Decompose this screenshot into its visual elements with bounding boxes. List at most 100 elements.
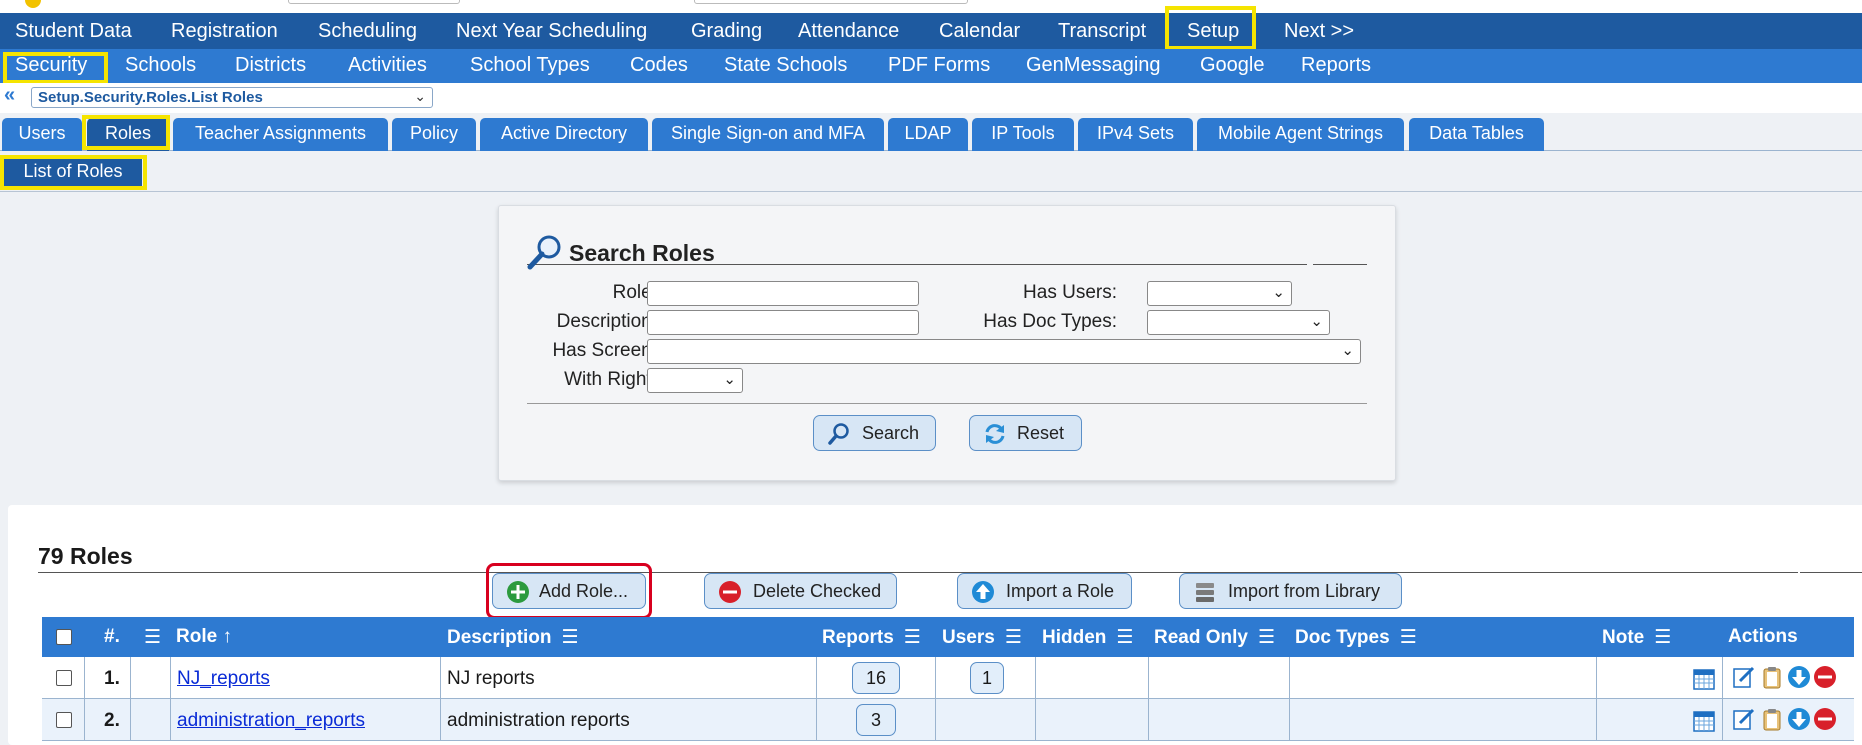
cell-divider bbox=[816, 657, 817, 699]
col-reports[interactable]: Reports ☰ bbox=[822, 626, 921, 649]
import-library-label: Import from Library bbox=[1228, 581, 1381, 601]
nav-scheduling[interactable]: Scheduling bbox=[318, 20, 417, 43]
chevron-down-icon: ⌄ bbox=[1341, 342, 1354, 359]
nav-attendance[interactable]: Attendance bbox=[798, 20, 899, 43]
delete-icon[interactable] bbox=[1813, 707, 1837, 731]
cell-divider bbox=[170, 657, 171, 699]
search-button[interactable]: Search bbox=[813, 415, 936, 451]
download-arrow-icon[interactable] bbox=[1787, 707, 1811, 731]
row-checkbox[interactable] bbox=[56, 712, 72, 728]
delete-checked-button[interactable]: Delete Checked bbox=[704, 573, 897, 609]
refresh-icon bbox=[985, 424, 1005, 444]
chevron-down-icon: ⌄ bbox=[414, 88, 426, 104]
nav-pdf-forms[interactable]: PDF Forms bbox=[888, 54, 990, 77]
nav-activities[interactable]: Activities bbox=[348, 54, 427, 77]
col-number[interactable]: #. bbox=[104, 626, 120, 648]
nav-google[interactable]: Google bbox=[1200, 54, 1265, 77]
clipboard-icon[interactable] bbox=[1760, 707, 1784, 731]
cell-divider bbox=[935, 657, 936, 699]
nav-transcript[interactable]: Transcript bbox=[1058, 20, 1146, 43]
nav-grading[interactable]: Grading bbox=[691, 20, 762, 43]
role-link[interactable]: administration_reports bbox=[177, 710, 365, 732]
nav-calendar[interactable]: Calendar bbox=[939, 20, 1020, 43]
cell-divider bbox=[1148, 657, 1149, 699]
users-count[interactable]: 1 bbox=[970, 662, 1004, 694]
top-field-1[interactable] bbox=[288, 0, 460, 4]
tab-active-directory[interactable]: Active Directory bbox=[480, 118, 648, 151]
select-all-checkbox[interactable] bbox=[56, 629, 72, 645]
search-title-row: Search Roles bbox=[527, 234, 1307, 270]
app-logo bbox=[25, 0, 41, 8]
nav-next[interactable]: Next >> bbox=[1284, 20, 1354, 43]
tab-data-tables[interactable]: Data Tables bbox=[1409, 118, 1544, 151]
has-screen-label: Has Screen: bbox=[552, 340, 657, 361]
delete-icon[interactable] bbox=[1813, 665, 1837, 689]
import-role-button[interactable]: Import a Role bbox=[957, 573, 1132, 609]
description-input[interactable] bbox=[647, 310, 919, 335]
upload-arrow-icon bbox=[972, 581, 994, 603]
col-role[interactable]: Role ↑ bbox=[176, 626, 232, 648]
col-note[interactable]: Note ☰ bbox=[1602, 626, 1671, 649]
tab-ldap[interactable]: LDAP bbox=[888, 118, 968, 151]
col-read-only[interactable]: Read Only ☰ bbox=[1154, 626, 1275, 649]
col-actions: Actions bbox=[1728, 626, 1798, 647]
cell-divider bbox=[130, 699, 131, 741]
top-field-2[interactable] bbox=[694, 0, 968, 4]
has-screen-select[interactable]: ⌄ bbox=[647, 339, 1361, 364]
row-checkbox[interactable] bbox=[56, 670, 72, 686]
with-right-select[interactable]: ⌄ bbox=[647, 368, 743, 393]
nav-schools[interactable]: Schools bbox=[125, 54, 196, 77]
cell-divider bbox=[440, 657, 441, 699]
edit-icon[interactable] bbox=[1732, 707, 1756, 731]
tab-users[interactable]: Users bbox=[2, 118, 82, 151]
cell-divider bbox=[84, 699, 85, 741]
tab-ipv4-sets[interactable]: IPv4 Sets bbox=[1078, 118, 1193, 151]
nav-genmessaging[interactable]: GenMessaging bbox=[1026, 54, 1161, 77]
col-hidden[interactable]: Hidden ☰ bbox=[1042, 626, 1133, 649]
has-doc-types-label: Has Doc Types: bbox=[983, 311, 1117, 332]
import-library-button[interactable]: Import from Library bbox=[1179, 573, 1402, 609]
nav-reports[interactable]: Reports bbox=[1301, 54, 1371, 77]
nav-state-schools[interactable]: State Schools bbox=[724, 54, 847, 77]
tab-sso-mfa[interactable]: Single Sign-on and MFA bbox=[652, 118, 884, 151]
cell-divider bbox=[1148, 699, 1149, 741]
reports-count[interactable]: 3 bbox=[856, 704, 896, 736]
cell-divider bbox=[1289, 657, 1290, 699]
has-users-select[interactable]: ⌄ bbox=[1147, 281, 1292, 306]
cell-divider bbox=[170, 699, 171, 741]
collapse-chevron-icon[interactable]: « bbox=[4, 84, 15, 107]
cell-divider bbox=[935, 699, 936, 741]
calendar-icon[interactable] bbox=[1692, 667, 1716, 691]
calendar-icon[interactable] bbox=[1692, 709, 1716, 733]
role-link[interactable]: NJ_reports bbox=[177, 668, 270, 690]
col-description[interactable]: Description ☰ bbox=[447, 626, 579, 649]
import-role-label: Import a Role bbox=[1006, 581, 1115, 601]
download-arrow-icon[interactable] bbox=[1787, 665, 1811, 689]
col-number-menu[interactable]: ☰ bbox=[144, 626, 161, 649]
nav-codes[interactable]: Codes bbox=[630, 54, 688, 77]
cell-divider bbox=[1722, 699, 1723, 741]
col-users[interactable]: Users ☰ bbox=[942, 626, 1022, 649]
roles-tab-highlight bbox=[82, 115, 170, 150]
nav-districts[interactable]: Districts bbox=[235, 54, 306, 77]
col-doc-types[interactable]: Doc Types ☰ bbox=[1295, 626, 1417, 649]
clipboard-icon[interactable] bbox=[1760, 665, 1784, 689]
nav-registration[interactable]: Registration bbox=[171, 20, 278, 43]
nav-next-year-scheduling[interactable]: Next Year Scheduling bbox=[456, 20, 647, 43]
reset-button[interactable]: Reset bbox=[969, 415, 1082, 451]
security-highlight bbox=[3, 52, 108, 84]
nav-school-types[interactable]: School Types bbox=[470, 54, 590, 77]
role-input[interactable] bbox=[647, 281, 919, 306]
tab-mobile-agent-strings[interactable]: Mobile Agent Strings bbox=[1197, 118, 1404, 151]
search-title-rule bbox=[1313, 264, 1367, 265]
table-row: 1. NJ_reports NJ reports 16 1 bbox=[42, 657, 1854, 699]
tab-ip-tools[interactable]: IP Tools bbox=[972, 118, 1074, 151]
tab-policy[interactable]: Policy bbox=[392, 118, 476, 151]
reports-count[interactable]: 16 bbox=[852, 662, 900, 694]
edit-icon[interactable] bbox=[1732, 665, 1756, 689]
search-title: Search Roles bbox=[569, 240, 715, 266]
breadcrumb-select[interactable]: Setup.Security.Roles.List Roles ⌄ bbox=[31, 87, 433, 108]
tab-teacher-assignments[interactable]: Teacher Assignments bbox=[173, 118, 388, 151]
has-doc-types-select[interactable]: ⌄ bbox=[1147, 310, 1330, 335]
nav-student-data[interactable]: Student Data bbox=[15, 20, 132, 43]
